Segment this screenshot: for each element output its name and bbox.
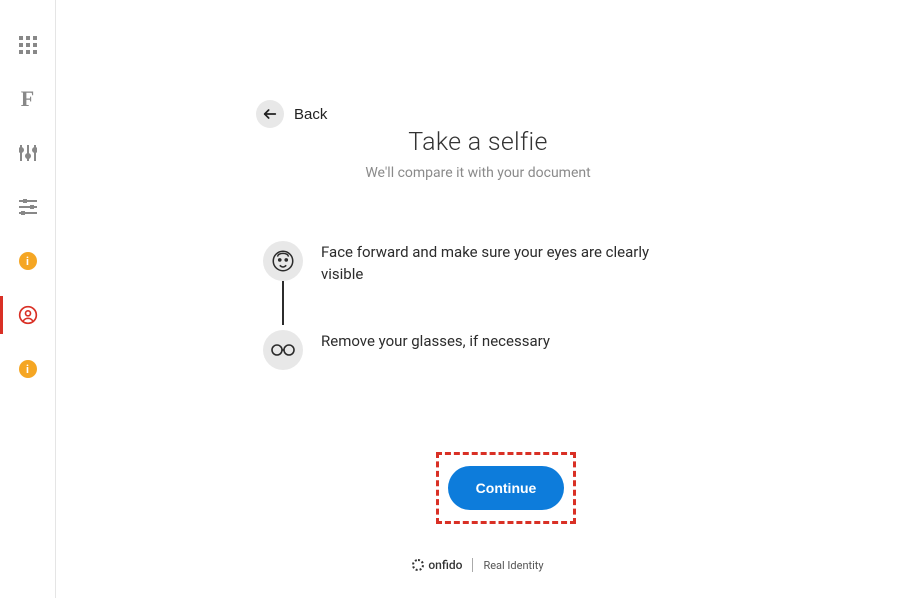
sliders-horizontal-icon <box>19 199 37 215</box>
user-circle-icon <box>18 305 38 325</box>
back-label: Back <box>294 106 327 123</box>
arrow-left-icon <box>256 100 284 128</box>
page-title: Take a selfie <box>56 128 900 157</box>
page-subtitle: We'll compare it with your document <box>56 165 900 181</box>
sliders-vertical-icon <box>19 145 37 161</box>
info-icon: i <box>19 252 37 270</box>
connector-line <box>282 281 284 325</box>
sidebar-item-sliders-horizontal[interactable] <box>0 180 56 234</box>
letter-f-icon: F <box>21 86 34 112</box>
sidebar-item-info-2[interactable]: i <box>0 342 56 396</box>
face-icon <box>263 241 303 281</box>
footer: onfido Real Identity <box>56 558 900 572</box>
sidebar-item-f[interactable]: F <box>0 72 56 126</box>
info-icon: i <box>19 360 37 378</box>
divider <box>472 558 473 572</box>
continue-button[interactable]: Continue <box>448 466 565 510</box>
main-content: Back Take a selfie We'll compare it with… <box>56 0 900 598</box>
back-button[interactable]: Back <box>256 100 327 128</box>
glasses-icon <box>263 330 303 370</box>
grid-icon <box>19 36 37 54</box>
instructions-list: Face forward and make sure your eyes are… <box>263 241 693 370</box>
sidebar-item-profile[interactable] <box>0 288 56 342</box>
highlight-box: Continue <box>436 452 576 524</box>
sidebar: F i i <box>0 0 56 598</box>
onfido-logo: onfido <box>412 558 462 572</box>
footer-tagline: Real Identity <box>483 559 543 572</box>
sidebar-item-apps[interactable] <box>0 18 56 72</box>
instruction-text: Remove your glasses, if necessary <box>321 330 550 353</box>
sidebar-item-info-1[interactable]: i <box>0 234 56 288</box>
instruction-text: Face forward and make sure your eyes are… <box>321 241 693 286</box>
onfido-mark-icon <box>412 559 424 571</box>
instruction-item: Remove your glasses, if necessary <box>263 330 693 370</box>
brand-name: onfido <box>428 558 462 572</box>
sidebar-item-sliders-vertical[interactable] <box>0 126 56 180</box>
instruction-item: Face forward and make sure your eyes are… <box>263 241 693 286</box>
